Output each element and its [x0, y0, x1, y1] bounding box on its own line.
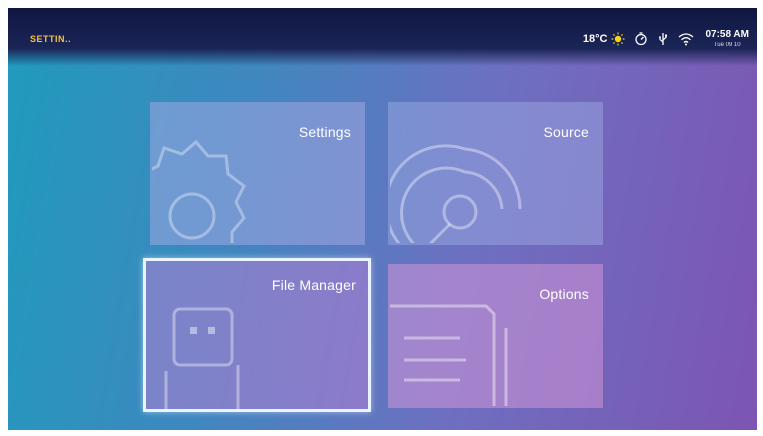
settings-label: Settings [298, 124, 351, 140]
settings-tile[interactable]: Settings [150, 102, 365, 245]
source-label: Source [543, 124, 589, 140]
clock-date: Tue 09 10 [713, 42, 741, 48]
timer-icon[interactable] [634, 32, 648, 46]
options-label: Options [539, 286, 589, 302]
file-manager-tile[interactable]: File Manager [143, 258, 371, 412]
tv-screen: SETTIN.. 18°C 07:58 AM Tue 09 10 Setting… [8, 8, 757, 430]
sun-icon [611, 32, 625, 46]
wifi-icon[interactable] [678, 32, 694, 46]
status-area: 18°C 07:58 AM Tue 09 10 [583, 24, 749, 54]
usb-icon[interactable] [657, 32, 669, 46]
options-tile[interactable]: Options [388, 264, 603, 408]
file-manager-label: File Manager [271, 277, 356, 293]
source-tile[interactable]: Source [388, 102, 603, 245]
temperature-label: 18°C [582, 33, 608, 45]
clock: 07:58 AM Tue 09 10 [705, 29, 749, 49]
top-status-bar: SETTIN.. 18°C 07:58 AM Tue 09 10 [8, 8, 757, 66]
app-title: SETTIN.. [30, 34, 72, 44]
clock-time: 07:58 AM [705, 29, 749, 40]
